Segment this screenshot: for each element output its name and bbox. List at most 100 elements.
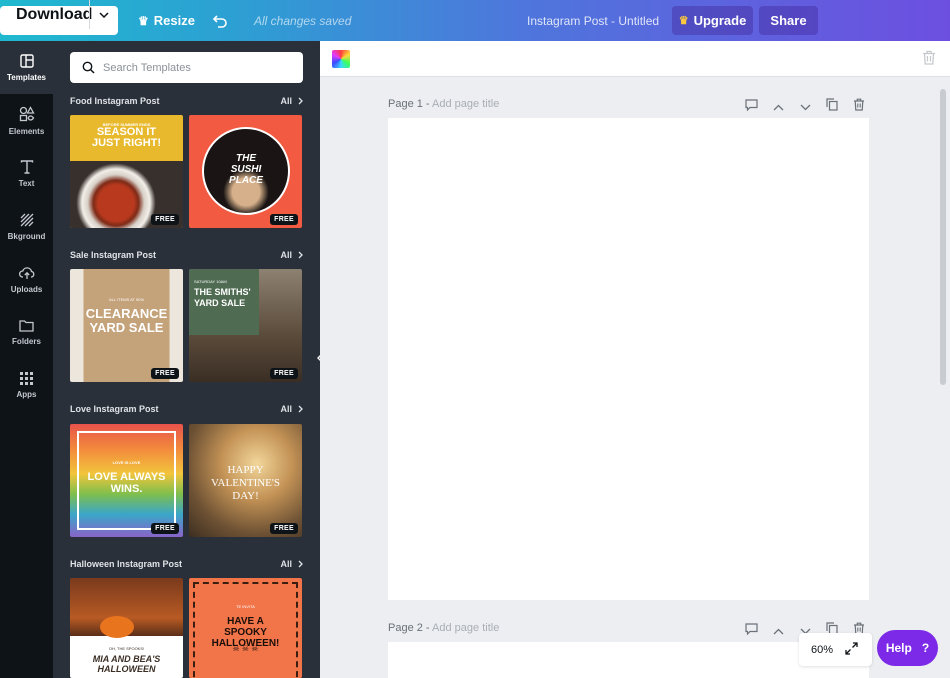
editor-toolbar: [320, 41, 950, 77]
text-icon: [20, 159, 33, 174]
help-label: Help: [885, 641, 912, 655]
see-all-label: All: [280, 96, 292, 106]
rail-label: Folders: [12, 337, 41, 346]
chevron-up-icon: [773, 628, 784, 635]
undo-icon: [212, 14, 227, 28]
design-page-1[interactable]: [388, 118, 869, 600]
document-title[interactable]: Instagram Post - Untitled: [527, 0, 659, 41]
page-1-tools: [745, 98, 870, 112]
rail-item-background[interactable]: Bkground: [0, 200, 53, 253]
vertical-scrollbar[interactable]: [938, 89, 948, 663]
upgrade-label: Upgrade: [693, 13, 747, 28]
see-all-link[interactable]: All: [280, 404, 303, 414]
free-badge: FREE: [270, 214, 298, 225]
search-box[interactable]: [70, 52, 303, 83]
see-all-label: All: [280, 559, 292, 569]
folders-icon: [19, 320, 34, 332]
rail-item-apps[interactable]: Apps: [0, 359, 53, 412]
upgrade-button[interactable]: ♛ Upgrade: [672, 6, 753, 35]
help-button[interactable]: Help ?: [877, 630, 938, 666]
crown-icon: ♛: [678, 15, 689, 27]
resize-label: Resize: [153, 13, 195, 28]
free-badge: FREE: [151, 214, 179, 225]
template-thumbnail[interactable]: TE INVITA HAVE A SPOOKY HALLOWEEN! ☠ ☠ ☠: [189, 578, 302, 678]
move-page-up-button[interactable]: [773, 98, 784, 116]
search-input[interactable]: [103, 61, 293, 74]
copy-icon: [826, 98, 838, 111]
move-page-up-button[interactable]: [773, 622, 784, 640]
template-thumbnail[interactable]: SATURDAY 10AM THE SMITHS' YARD SALE FREE: [189, 269, 302, 382]
template-kicker: LOVE IS LOVE: [112, 460, 141, 465]
rail-item-text[interactable]: Text: [0, 147, 53, 200]
comment-button[interactable]: [745, 98, 758, 116]
page-title-input[interactable]: Add page title: [432, 98, 499, 110]
free-badge: FREE: [151, 368, 179, 379]
skull-icons: ☠ ☠ ☠: [232, 644, 259, 653]
section-title: Halloween Instagram Post: [70, 559, 183, 569]
template-kicker: SATURDAY 10AM: [194, 279, 227, 284]
template-thumbnail[interactable]: OH, THE SPOOKS! MIA AND BEA'S HALLOWEEN: [70, 578, 183, 678]
free-badge: FREE: [151, 523, 179, 534]
see-all-link[interactable]: All: [280, 559, 303, 569]
rail-label: Bkground: [7, 231, 46, 241]
crown-icon: ♛: [138, 13, 149, 28]
section-header-halloween: Halloween Instagram Post All: [70, 557, 303, 571]
section-header-sale: Sale Instagram Post All: [70, 248, 303, 262]
trash-icon: [854, 98, 864, 111]
see-all-link[interactable]: All: [280, 96, 303, 106]
template-thumbnail[interactable]: ALL ITEMS AT 50% CLEARANCE YARD SALE FRE…: [70, 269, 183, 382]
template-kicker: TE INVITA: [236, 604, 255, 609]
page-1-label[interactable]: Page 1 - Add page title: [388, 98, 499, 110]
rail-item-templates[interactable]: Templates: [0, 41, 53, 94]
template-thumbnail[interactable]: HAPPY VALENTINE'S DAY! FREE: [189, 424, 302, 537]
color-picker-button[interactable]: [332, 50, 350, 68]
expand-icon: [845, 641, 858, 655]
design-page-2[interactable]: [388, 642, 869, 678]
templates-panel: Food Instagram Post All BEFORE SUMMER EN…: [53, 41, 320, 678]
page-2-label[interactable]: Page 2 - Add page title: [388, 622, 499, 634]
free-badge: FREE: [270, 523, 298, 534]
chevron-down-icon: [99, 11, 109, 18]
save-status: All changes saved: [254, 13, 352, 28]
comment-button[interactable]: [745, 622, 758, 640]
fullscreen-button[interactable]: [845, 641, 858, 658]
templates-icon: [19, 53, 34, 68]
rail-label: Uploads: [10, 284, 43, 294]
template-title: CLEARANCE YARD SALE: [85, 306, 168, 335]
section-header-food: Food Instagram Post All: [70, 94, 303, 108]
question-icon: ?: [921, 641, 930, 655]
chevron-down-icon: [800, 104, 811, 111]
template-thumbnail[interactable]: BEFORE SUMMER ENDS SEASON IT JUST RIGHT!…: [70, 115, 183, 228]
download-label: Download: [16, 5, 93, 23]
top-bar: Home File ♛ Resize All changes saved Ins…: [0, 0, 950, 41]
page-title-input[interactable]: Add page title: [432, 622, 499, 634]
download-options-button[interactable]: [90, 0, 118, 29]
zoom-level[interactable]: 60%: [811, 644, 833, 656]
section-title: Sale Instagram Post: [70, 250, 157, 260]
duplicate-page-button[interactable]: [826, 98, 838, 116]
see-all-label: All: [280, 404, 292, 414]
chevron-right-icon: [298, 97, 303, 105]
move-page-down-button[interactable]: [800, 98, 811, 116]
template-thumbnail[interactable]: LOVE IS LOVE LOVE ALWAYS WINS. FREE: [70, 424, 183, 537]
chevron-right-icon: [298, 251, 303, 259]
see-all-link[interactable]: All: [280, 250, 303, 260]
undo-button[interactable]: [212, 0, 228, 41]
download-button[interactable]: Download: [0, 0, 92, 29]
page-number: Page 1 -: [388, 98, 433, 110]
scrollbar-thumb[interactable]: [940, 89, 946, 385]
apps-icon: [20, 372, 33, 385]
page-number: Page 2 -: [388, 622, 433, 634]
zoom-control[interactable]: 60%: [799, 633, 872, 666]
trash-icon: [923, 50, 935, 65]
delete-page-button[interactable]: [853, 98, 865, 116]
rail-item-uploads[interactable]: Uploads: [0, 253, 53, 306]
share-button[interactable]: Share: [759, 6, 818, 35]
rail-item-folders[interactable]: Folders: [0, 306, 53, 359]
template-thumbnail[interactable]: THE SUSHI PLACE FREE: [189, 115, 302, 228]
rail-item-elements[interactable]: Elements: [0, 94, 53, 147]
search-icon: [82, 61, 95, 74]
resize-button[interactable]: ♛ Resize: [138, 0, 195, 41]
delete-button[interactable]: [922, 50, 936, 70]
comment-icon: [745, 99, 758, 112]
